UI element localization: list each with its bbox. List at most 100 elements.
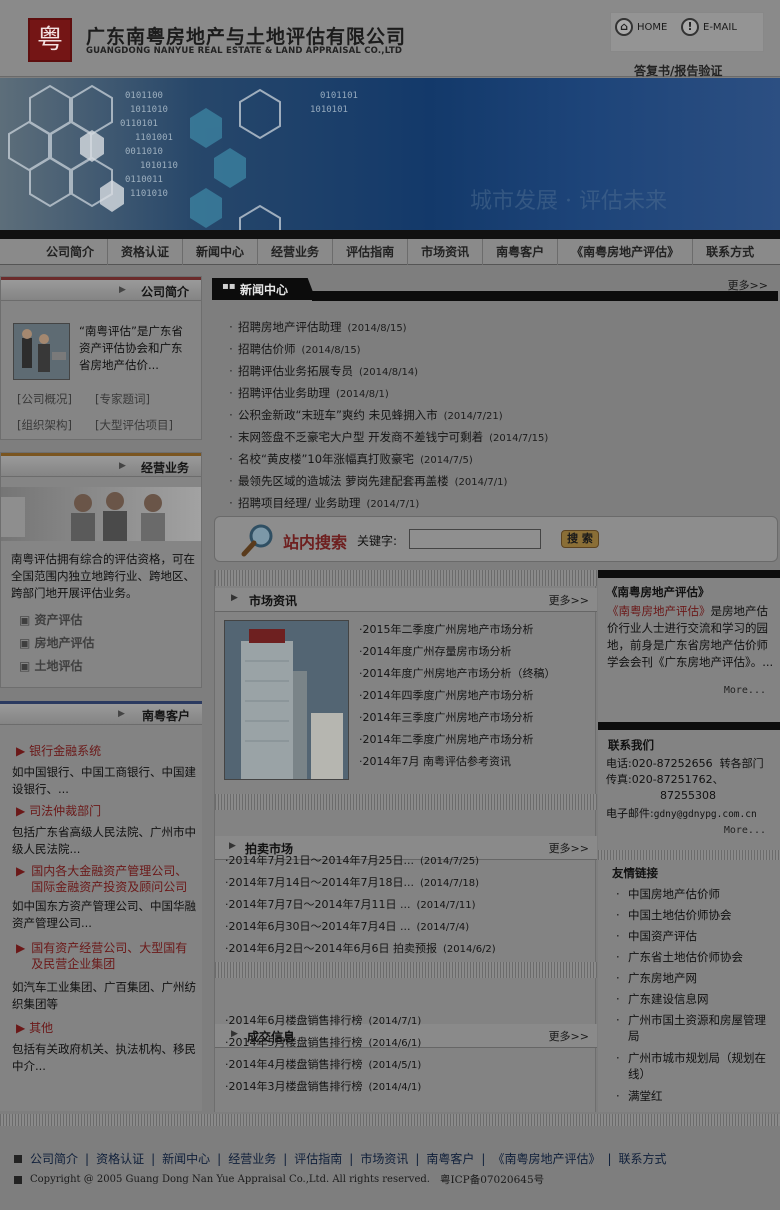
business-item[interactable]: ▣ 土地评估 bbox=[19, 655, 95, 678]
nav-item[interactable]: 南粤客户 bbox=[483, 239, 559, 265]
intro-link[interactable]: [专家题词] bbox=[95, 391, 150, 407]
friend-link[interactable]: · 满堂红 bbox=[616, 1088, 776, 1109]
footer-link[interactable]: 资格认证 bbox=[96, 1150, 144, 1167]
footer-link[interactable]: 公司简介 bbox=[30, 1150, 78, 1167]
news-item[interactable]: · 名校“黄皮楼”10年涨幅真打败豪宅 (2014/7/5) bbox=[224, 448, 764, 470]
business-item[interactable]: ▣ 房地产评估 bbox=[19, 632, 95, 655]
auction-item[interactable]: ·2014年7月7日～2014年7月11日 ... (2014/7/11) bbox=[225, 894, 595, 916]
contact-email[interactable]: gdny@gdnypg.com.cn bbox=[654, 809, 757, 820]
market-header: ▶ 市场资讯 更多>> bbox=[215, 588, 597, 612]
client-group-desc: 如汽车工业集团、广百集团、广州纺织集团等 bbox=[12, 980, 196, 1011]
friend-link[interactable]: · 中国资产评估 bbox=[616, 928, 776, 949]
red-triangle-icon: ▶ bbox=[16, 1021, 26, 1035]
contact-more-link[interactable]: More... bbox=[724, 825, 766, 836]
search-input[interactable] bbox=[409, 529, 541, 549]
intro-link[interactable]: [大型评估项目] bbox=[95, 417, 173, 433]
deal-item[interactable]: ·2014年6月楼盘销售排行榜 (2014/7/1) bbox=[225, 1010, 595, 1032]
auction-item[interactable]: ·2014年6月2日～2014年6月6日 拍卖预报 (2014/6/2) bbox=[225, 938, 595, 960]
footer-link[interactable]: 市场资讯 bbox=[360, 1150, 408, 1167]
footer-link[interactable]: 《南粤房地产评估》 bbox=[492, 1150, 600, 1167]
footer-link[interactable]: 联系方式 bbox=[619, 1150, 667, 1167]
search-button[interactable]: 搜 索 bbox=[561, 530, 599, 548]
nav-item[interactable]: 评估指南 bbox=[333, 239, 409, 265]
auction-item[interactable]: ·2014年6月30日～2014年7月4日 ... (2014/7/4) bbox=[225, 916, 595, 938]
news-list: · 招聘房地产评估助理 (2014/8/15) · 招聘估价师 (2014/8/15) … bbox=[224, 316, 764, 514]
folder-icon: ▣ bbox=[19, 613, 31, 627]
intro-header: ▶ 公司简介 bbox=[1, 277, 201, 301]
banner-hexagons: 0101100 1011010 0110101 1101001 0011010 101… bbox=[8, 84, 667, 230]
red-triangle-icon: ▶ bbox=[16, 864, 26, 878]
footer-link[interactable]: 经营业务 bbox=[228, 1150, 276, 1167]
search-keyword-label: 关键字: bbox=[357, 534, 398, 548]
middle-column: ▶ 市场资讯 更多>> ·2015年二季度广州房地产市场分析 ·2014年度广州… bbox=[214, 570, 597, 1112]
footer-link[interactable]: 评估指南 bbox=[294, 1150, 342, 1167]
home-link[interactable]: ⌂ HOME bbox=[615, 18, 667, 36]
company-name-cn: 广东南粤房地产与土地评估有限公司 bbox=[86, 26, 407, 48]
deal-item[interactable]: ·2014年5月楼盘销售排行榜 (2014/6/1) bbox=[225, 1032, 595, 1054]
news-item[interactable]: · 招聘估价师 (2014/8/15) bbox=[224, 338, 764, 360]
market-item[interactable]: ·2015年二季度广州房地产市场分析 bbox=[359, 619, 595, 641]
friend-link[interactable]: · 中国房地产估价师 bbox=[616, 886, 776, 907]
icp-number[interactable]: 粤ICP备07020645号 bbox=[440, 1172, 544, 1187]
client-group-title[interactable]: ▶ 银行金融系统 bbox=[16, 742, 101, 759]
intro-link[interactable]: [公司概况] bbox=[17, 391, 72, 407]
friend-link[interactable]: · 广东省土地估价师协会 bbox=[616, 949, 776, 970]
client-group-title[interactable]: ▶ 其他 bbox=[16, 1019, 53, 1036]
nav-item[interactable]: 新闻中心 bbox=[183, 239, 259, 265]
magnifier-icon bbox=[241, 524, 273, 557]
client-group-desc: 如中国东方资产管理公司、中国华融资产管理公司... bbox=[12, 899, 196, 930]
market-item[interactable]: ·2014年7月 南粤评估参考资讯 bbox=[359, 751, 595, 773]
links-title: 友情链接 bbox=[612, 866, 658, 880]
magazine-text: 《南粤房地产评估》是房地产估价行业人士进行交流和学习的园地，前身是广东省房地产估… bbox=[607, 604, 774, 669]
market-item[interactable]: ·2014年四季度广州房地产市场分析 bbox=[359, 685, 595, 707]
magazine-highlight[interactable]: 《南粤房地产评估》 bbox=[607, 604, 711, 618]
client-group-title[interactable]: ▶ 国内各大金融资产管理公司、国际金融资产投资及顾问公司 bbox=[16, 863, 194, 895]
friend-link[interactable]: · 广东房地产网 bbox=[616, 970, 776, 991]
company-logo[interactable]: 粤 bbox=[28, 18, 72, 62]
auction-dots bbox=[215, 794, 597, 810]
market-item[interactable]: ·2014年二季度广州房地产市场分析 bbox=[359, 729, 595, 751]
market-item[interactable]: ·2014年三季度广州房地产市场分析 bbox=[359, 707, 595, 729]
friend-link[interactable]: · 中国土地估价师协会 bbox=[616, 907, 776, 928]
email-link[interactable]: ! E-MAIL bbox=[681, 18, 737, 36]
report-verify-link[interactable]: 答复书/报告验证 bbox=[634, 62, 722, 79]
footer-link[interactable]: 新闻中心 bbox=[162, 1150, 210, 1167]
deal-item[interactable]: ·2014年3月楼盘销售排行榜 (2014/4/1) bbox=[225, 1076, 595, 1098]
deal-item[interactable]: ·2014年4月楼盘销售排行榜 (2014/5/1) bbox=[225, 1054, 595, 1076]
client-group-title[interactable]: ▶ 国有资产经营公司、大型国有及民营企业集团 bbox=[16, 940, 194, 972]
news-item[interactable]: · 招聘项目经理/ 业务助理 (2014/7/1) bbox=[224, 492, 764, 514]
news-item[interactable]: · 公积金新政“末班车”爽约 未见蜂拥入市 (2014/7/21) bbox=[224, 404, 764, 426]
market-item[interactable]: ·2014年度广州房地产市场分析（终稿） bbox=[359, 663, 595, 685]
news-item[interactable]: · 末网签盘不乏豪宅大户型 开发商不差钱宁可剩着 (2014/7/15) bbox=[224, 426, 764, 448]
nav-item[interactable]: 市场资讯 bbox=[408, 239, 484, 265]
market-more-link[interactable]: 更多>> bbox=[549, 592, 589, 608]
grid-icon: ▪▪ bbox=[222, 281, 236, 292]
business-item[interactable]: ▣ 资产评估 bbox=[19, 609, 95, 632]
svg-text:1010110: 1010110 bbox=[140, 161, 178, 171]
friend-link[interactable]: · 广东建设信息网 bbox=[616, 991, 776, 1012]
red-triangle-icon: ▶ bbox=[16, 941, 26, 955]
friend-link[interactable]: · 广州市城市规划局（规划在线） bbox=[616, 1050, 776, 1088]
contact-info: 电话:020-87252656 转各部门 传真:020-87251762、 87… bbox=[606, 757, 764, 820]
auction-item[interactable]: ·2014年7月21日～2014年7月25日... (2014/7/25) bbox=[225, 850, 595, 872]
client-group-desc: 如中国银行、中国工商银行、中国建设银行、... bbox=[12, 765, 196, 796]
magazine-more-link[interactable]: More... bbox=[724, 685, 766, 696]
news-item[interactable]: · 招聘评估业务拓展专员 (2014/8/14) bbox=[224, 360, 764, 382]
news-item[interactable]: · 招聘评估业务助理 (2014/8/1) bbox=[224, 382, 764, 404]
nav-item[interactable]: 《南粤房地产评估》 bbox=[558, 239, 694, 265]
news-more-link[interactable]: 更多>> bbox=[728, 277, 768, 293]
footer-link[interactable]: 南粤客户 bbox=[426, 1150, 474, 1167]
triangle-icon: ▶ bbox=[119, 461, 126, 471]
nav-item[interactable]: 经营业务 bbox=[258, 239, 334, 265]
market-item[interactable]: ·2014年度广州存量房市场分析 bbox=[359, 641, 595, 663]
magazine-bar bbox=[598, 570, 780, 578]
news-item[interactable]: · 招聘房地产评估助理 (2014/8/15) bbox=[224, 316, 764, 338]
intro-link[interactable]: [组织架构] bbox=[17, 417, 72, 433]
friend-link[interactable]: · 广州市国土资源和房屋管理局 bbox=[616, 1012, 776, 1050]
auction-item[interactable]: ·2014年7月14日～2014年7月18日... (2014/7/18) bbox=[225, 872, 595, 894]
client-group-title[interactable]: ▶ 司法仲裁部门 bbox=[16, 802, 101, 819]
nav-item[interactable]: 资格认证 bbox=[108, 239, 184, 265]
nav-item[interactable]: 公司简介 bbox=[33, 239, 109, 265]
nav-item[interactable]: 联系方式 bbox=[693, 239, 767, 265]
news-item[interactable]: · 最领先区域的造城法 萝岗先建配套再盖楼 (2014/7/1) bbox=[224, 470, 764, 492]
